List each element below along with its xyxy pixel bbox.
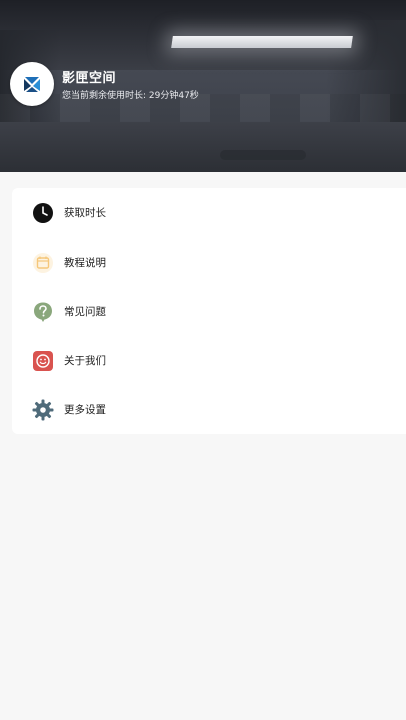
menu-list: 获取时长 教程说明 常见问题 关于我们 更多设置 [12,188,406,434]
menu-item-label: 关于我们 [64,355,106,367]
app-name: 影匣空间 [62,71,117,86]
menu-item-label: 获取时长 [64,207,106,219]
menu-item-get-time[interactable]: 获取时长 [12,188,406,237]
app-logo-avatar[interactable] [10,62,54,106]
question-icon [32,301,54,323]
header-background-texture [0,94,406,124]
header-floor-strip [220,150,306,160]
app-logo-icon [24,77,40,92]
gear-icon [32,399,54,421]
profile-header: 影匣空间 您当前剩余使用时长: 29分钟47秒 [0,0,406,172]
menu-item-about-us[interactable]: 关于我们 [12,336,406,385]
clock-icon [32,202,54,224]
menu-item-more-settings[interactable]: 更多设置 [12,385,406,434]
menu-item-label: 教程说明 [64,257,106,269]
menu-item-tutorial[interactable]: 教程说明 [12,238,406,287]
calendar-icon [32,252,54,274]
header-background-floor [0,122,406,172]
smile-icon [32,350,54,372]
menu-item-label: 更多设置 [64,404,106,416]
menu-item-label: 常见问题 [64,306,106,318]
header-ceiling-light [171,36,353,48]
remaining-time-text: 您当前剩余使用时长: 29分钟47秒 [62,91,199,101]
menu-item-faq[interactable]: 常见问题 [12,287,406,336]
